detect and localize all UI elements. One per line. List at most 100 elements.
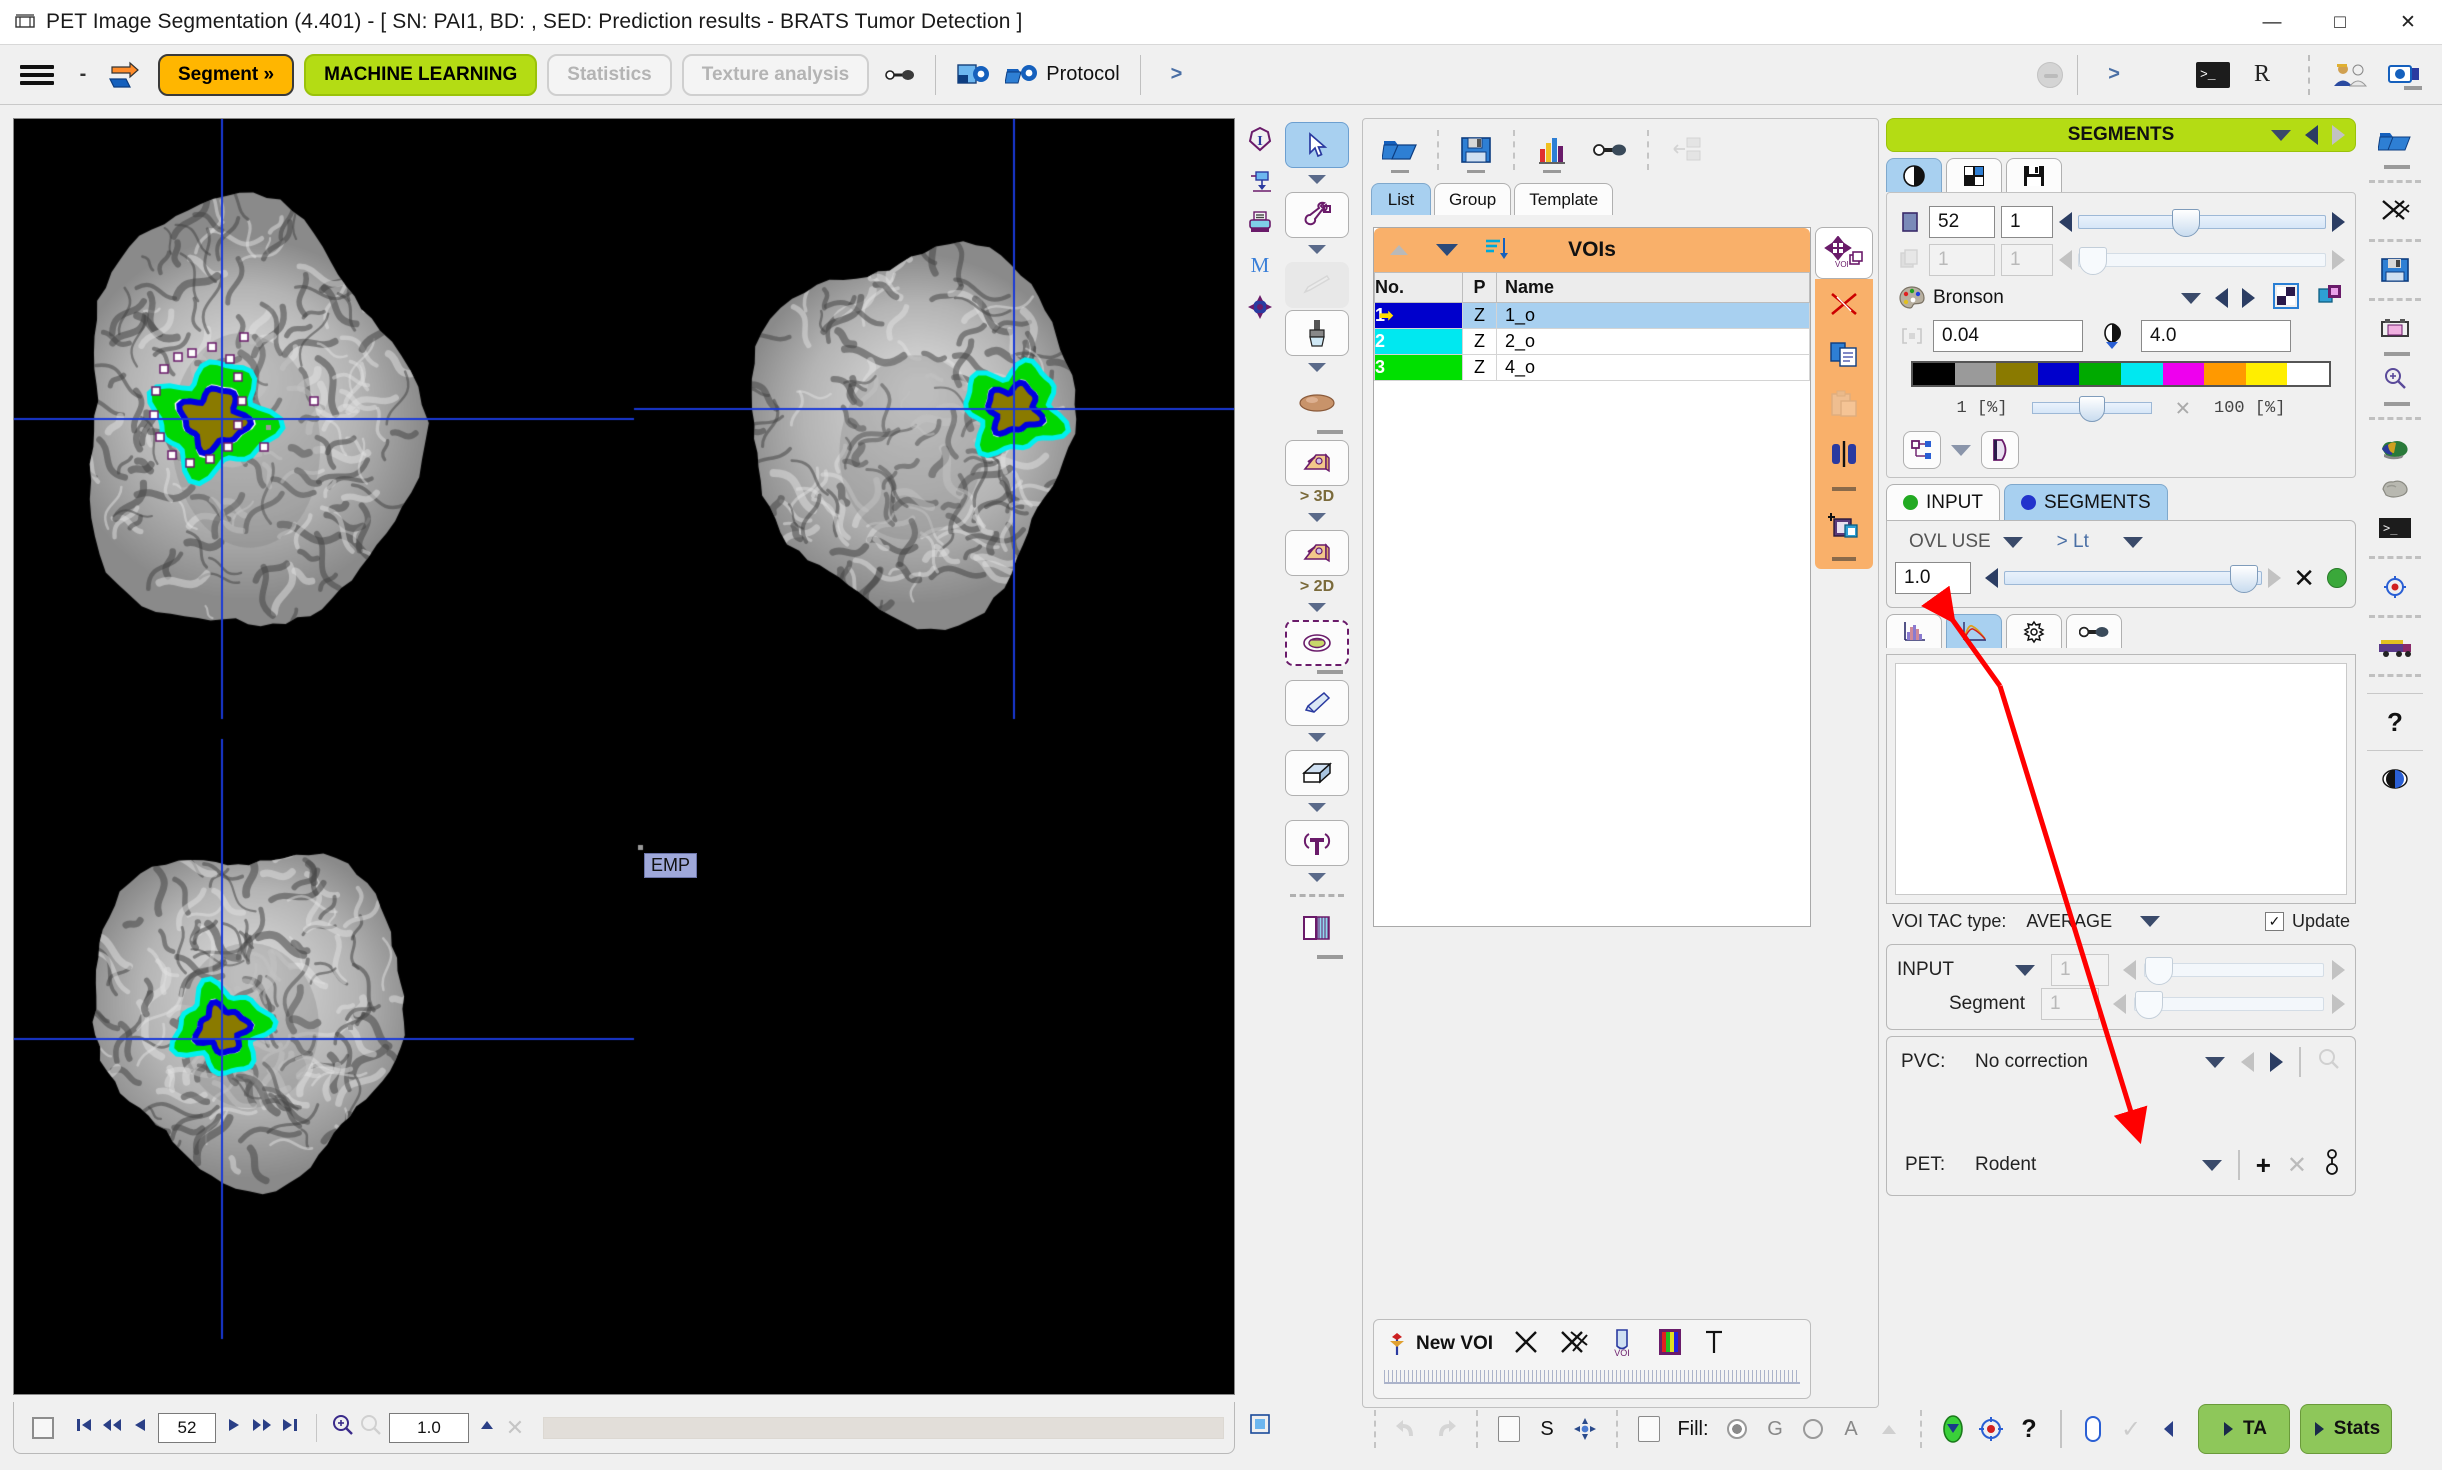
ta-prev-arrow[interactable] — [2150, 1406, 2188, 1452]
open-folder-icon[interactable] — [1373, 126, 1427, 174]
slice-field-2[interactable]: 1 — [2001, 206, 2053, 238]
slice-prev-arrow[interactable] — [2059, 212, 2072, 232]
table-row[interactable]: 1 ➡ Z 1_o — [1374, 302, 1810, 329]
target-red-icon[interactable] — [1972, 1406, 2010, 1452]
machine-learning-button[interactable]: MACHINE LEARNING — [304, 53, 538, 96]
brush-tool[interactable] — [1285, 310, 1349, 356]
tab-template[interactable]: Template — [1514, 183, 1614, 215]
slice-field-1[interactable]: 52 — [1929, 206, 1995, 238]
slice-next-arrow[interactable] — [2332, 212, 2345, 232]
input-slider-dropdown-icon[interactable] — [2015, 964, 2035, 976]
scissors-icon[interactable] — [2369, 191, 2421, 231]
viewer-extra-icon[interactable] — [1248, 1412, 1272, 1441]
node-graph-icon[interactable] — [1903, 431, 1941, 469]
palette-dropdown-icon[interactable] — [2181, 292, 2201, 304]
pet-value[interactable]: Rodent — [1975, 1154, 2036, 1176]
open-folder-icon[interactable] — [2369, 122, 2421, 162]
settings-tab[interactable] — [2006, 614, 2062, 648]
palette-prev-arrow[interactable] — [2215, 288, 2228, 308]
fill-checkbox[interactable] — [1630, 1406, 1668, 1452]
voi-ruler[interactable] — [1384, 1370, 1800, 1384]
clear-zoom-button[interactable]: ✕ — [501, 1415, 529, 1441]
pet-thermometer-icon[interactable] — [2323, 1149, 2341, 1181]
prev-slice-button[interactable] — [126, 1416, 154, 1439]
users-icon[interactable] — [2324, 60, 2378, 90]
protocol-label[interactable]: Protocol — [1046, 63, 1119, 86]
mirror-icon[interactable] — [1823, 437, 1865, 471]
load-image-icon[interactable] — [1245, 167, 1275, 195]
brain-color-icon[interactable] — [2369, 428, 2421, 468]
ta-button[interactable]: TA — [2198, 1404, 2290, 1454]
close-button[interactable]: ✕ — [2374, 0, 2442, 45]
table-row[interactable]: 2 Z 2_o — [1374, 328, 1810, 355]
fill-up-arrow[interactable] — [1870, 1406, 1908, 1452]
lt-label[interactable]: > Lt — [2057, 531, 2089, 553]
protocol-save-icon[interactable] — [950, 61, 998, 89]
lt-dropdown-icon[interactable] — [2122, 536, 2143, 548]
ovl-prev-arrow[interactable] — [1985, 568, 1998, 588]
save-disk-icon[interactable] — [1449, 126, 1503, 174]
blob-tool[interactable] — [1285, 380, 1349, 426]
ovl-slider[interactable] — [2004, 565, 2263, 593]
camera-icon[interactable] — [2378, 60, 2432, 90]
wrench-tab[interactable] — [2066, 614, 2122, 648]
segments-dropdown-icon[interactable] — [2271, 129, 2291, 141]
brain-slices-canvas[interactable] — [14, 119, 1234, 1394]
terminal-icon[interactable]: >_ — [2195, 61, 2230, 88]
tab-input[interactable]: INPUT — [1886, 484, 2000, 520]
paint-2d-dropdown[interactable] — [1285, 598, 1349, 616]
maximize-button[interactable]: □ — [2306, 0, 2374, 45]
r-console-label[interactable]: R — [2254, 61, 2270, 88]
collapse-label[interactable]: - — [70, 63, 96, 86]
zoom-up-button[interactable] — [473, 1418, 501, 1437]
segments-prev-icon[interactable] — [2305, 125, 2318, 145]
palette-name[interactable]: Bronson — [1933, 287, 2175, 309]
open-arrow-icon[interactable] — [104, 57, 144, 93]
add-clipboard-icon[interactable] — [1823, 507, 1865, 541]
print-icon[interactable] — [1245, 209, 1275, 237]
tac-plot-area[interactable] — [1895, 663, 2347, 895]
tab-segments[interactable]: SEGMENTS — [2004, 484, 2168, 520]
zoom-in-icon[interactable] — [2369, 359, 2421, 399]
wrench-tool[interactable] — [1285, 192, 1349, 238]
contrast-tab[interactable] — [1886, 158, 1942, 192]
fill-g-radio[interactable] — [1718, 1406, 1756, 1452]
tac-type-value[interactable]: AVERAGE — [2026, 911, 2112, 932]
last-slice-button[interactable] — [276, 1416, 304, 1439]
slice-number-input[interactable]: 52 — [158, 1412, 216, 1443]
ellipse-select-tool[interactable] — [1285, 620, 1349, 666]
pet-dropdown-icon[interactable] — [2201, 1159, 2222, 1171]
target-icon[interactable] — [2369, 567, 2421, 607]
paint-3d-tool[interactable] — [1285, 440, 1349, 486]
tac-type-dropdown-icon[interactable] — [2140, 915, 2161, 927]
delete-x-icon[interactable] — [1513, 1329, 1539, 1360]
crosshair-icon[interactable] — [1566, 1406, 1604, 1452]
paint-3d-dropdown[interactable] — [1285, 508, 1349, 526]
move-voi-icon[interactable]: VOI — [1815, 227, 1873, 279]
invert-palette-icon[interactable] — [2273, 282, 2299, 314]
table-row[interactable]: 3 Z 4_o — [1374, 354, 1810, 381]
hamburger-menu-icon[interactable] — [20, 62, 54, 88]
colorbar-icon[interactable] — [1657, 1327, 1683, 1362]
layout-tab[interactable] — [1946, 158, 2002, 192]
paint-2d-tool[interactable] — [1285, 530, 1349, 576]
ovl-value-field[interactable]: 1.0 — [1895, 562, 1971, 594]
texture-analysis-button[interactable]: Texture analysis — [681, 53, 870, 96]
statistics-button[interactable]: Statistics — [547, 53, 672, 96]
help-icon[interactable]: ? — [2010, 1406, 2048, 1452]
print-icon[interactable] — [2369, 309, 2421, 349]
tac-curve-tab[interactable] — [1946, 614, 2002, 648]
help-icon[interactable]: ? — [2369, 702, 2421, 742]
node-graph-dropdown[interactable] — [1951, 444, 1971, 456]
brush-tool-dropdown[interactable] — [1285, 358, 1349, 376]
zoom-level-input[interactable]: 1.0 — [389, 1412, 469, 1443]
bar-chart-icon[interactable] — [1525, 126, 1579, 174]
pointer-tool[interactable] — [1285, 122, 1349, 168]
brain-gray-icon[interactable] — [2369, 468, 2421, 508]
s-checkbox[interactable] — [1490, 1406, 1528, 1452]
palette-copy-icon[interactable] — [2317, 283, 2345, 314]
min-value-field[interactable]: 0.04 — [1933, 320, 2083, 352]
protocol-open-icon[interactable] — [998, 61, 1046, 89]
tab-list[interactable]: List — [1371, 183, 1431, 215]
green-voi-icon[interactable] — [1934, 1406, 1972, 1452]
